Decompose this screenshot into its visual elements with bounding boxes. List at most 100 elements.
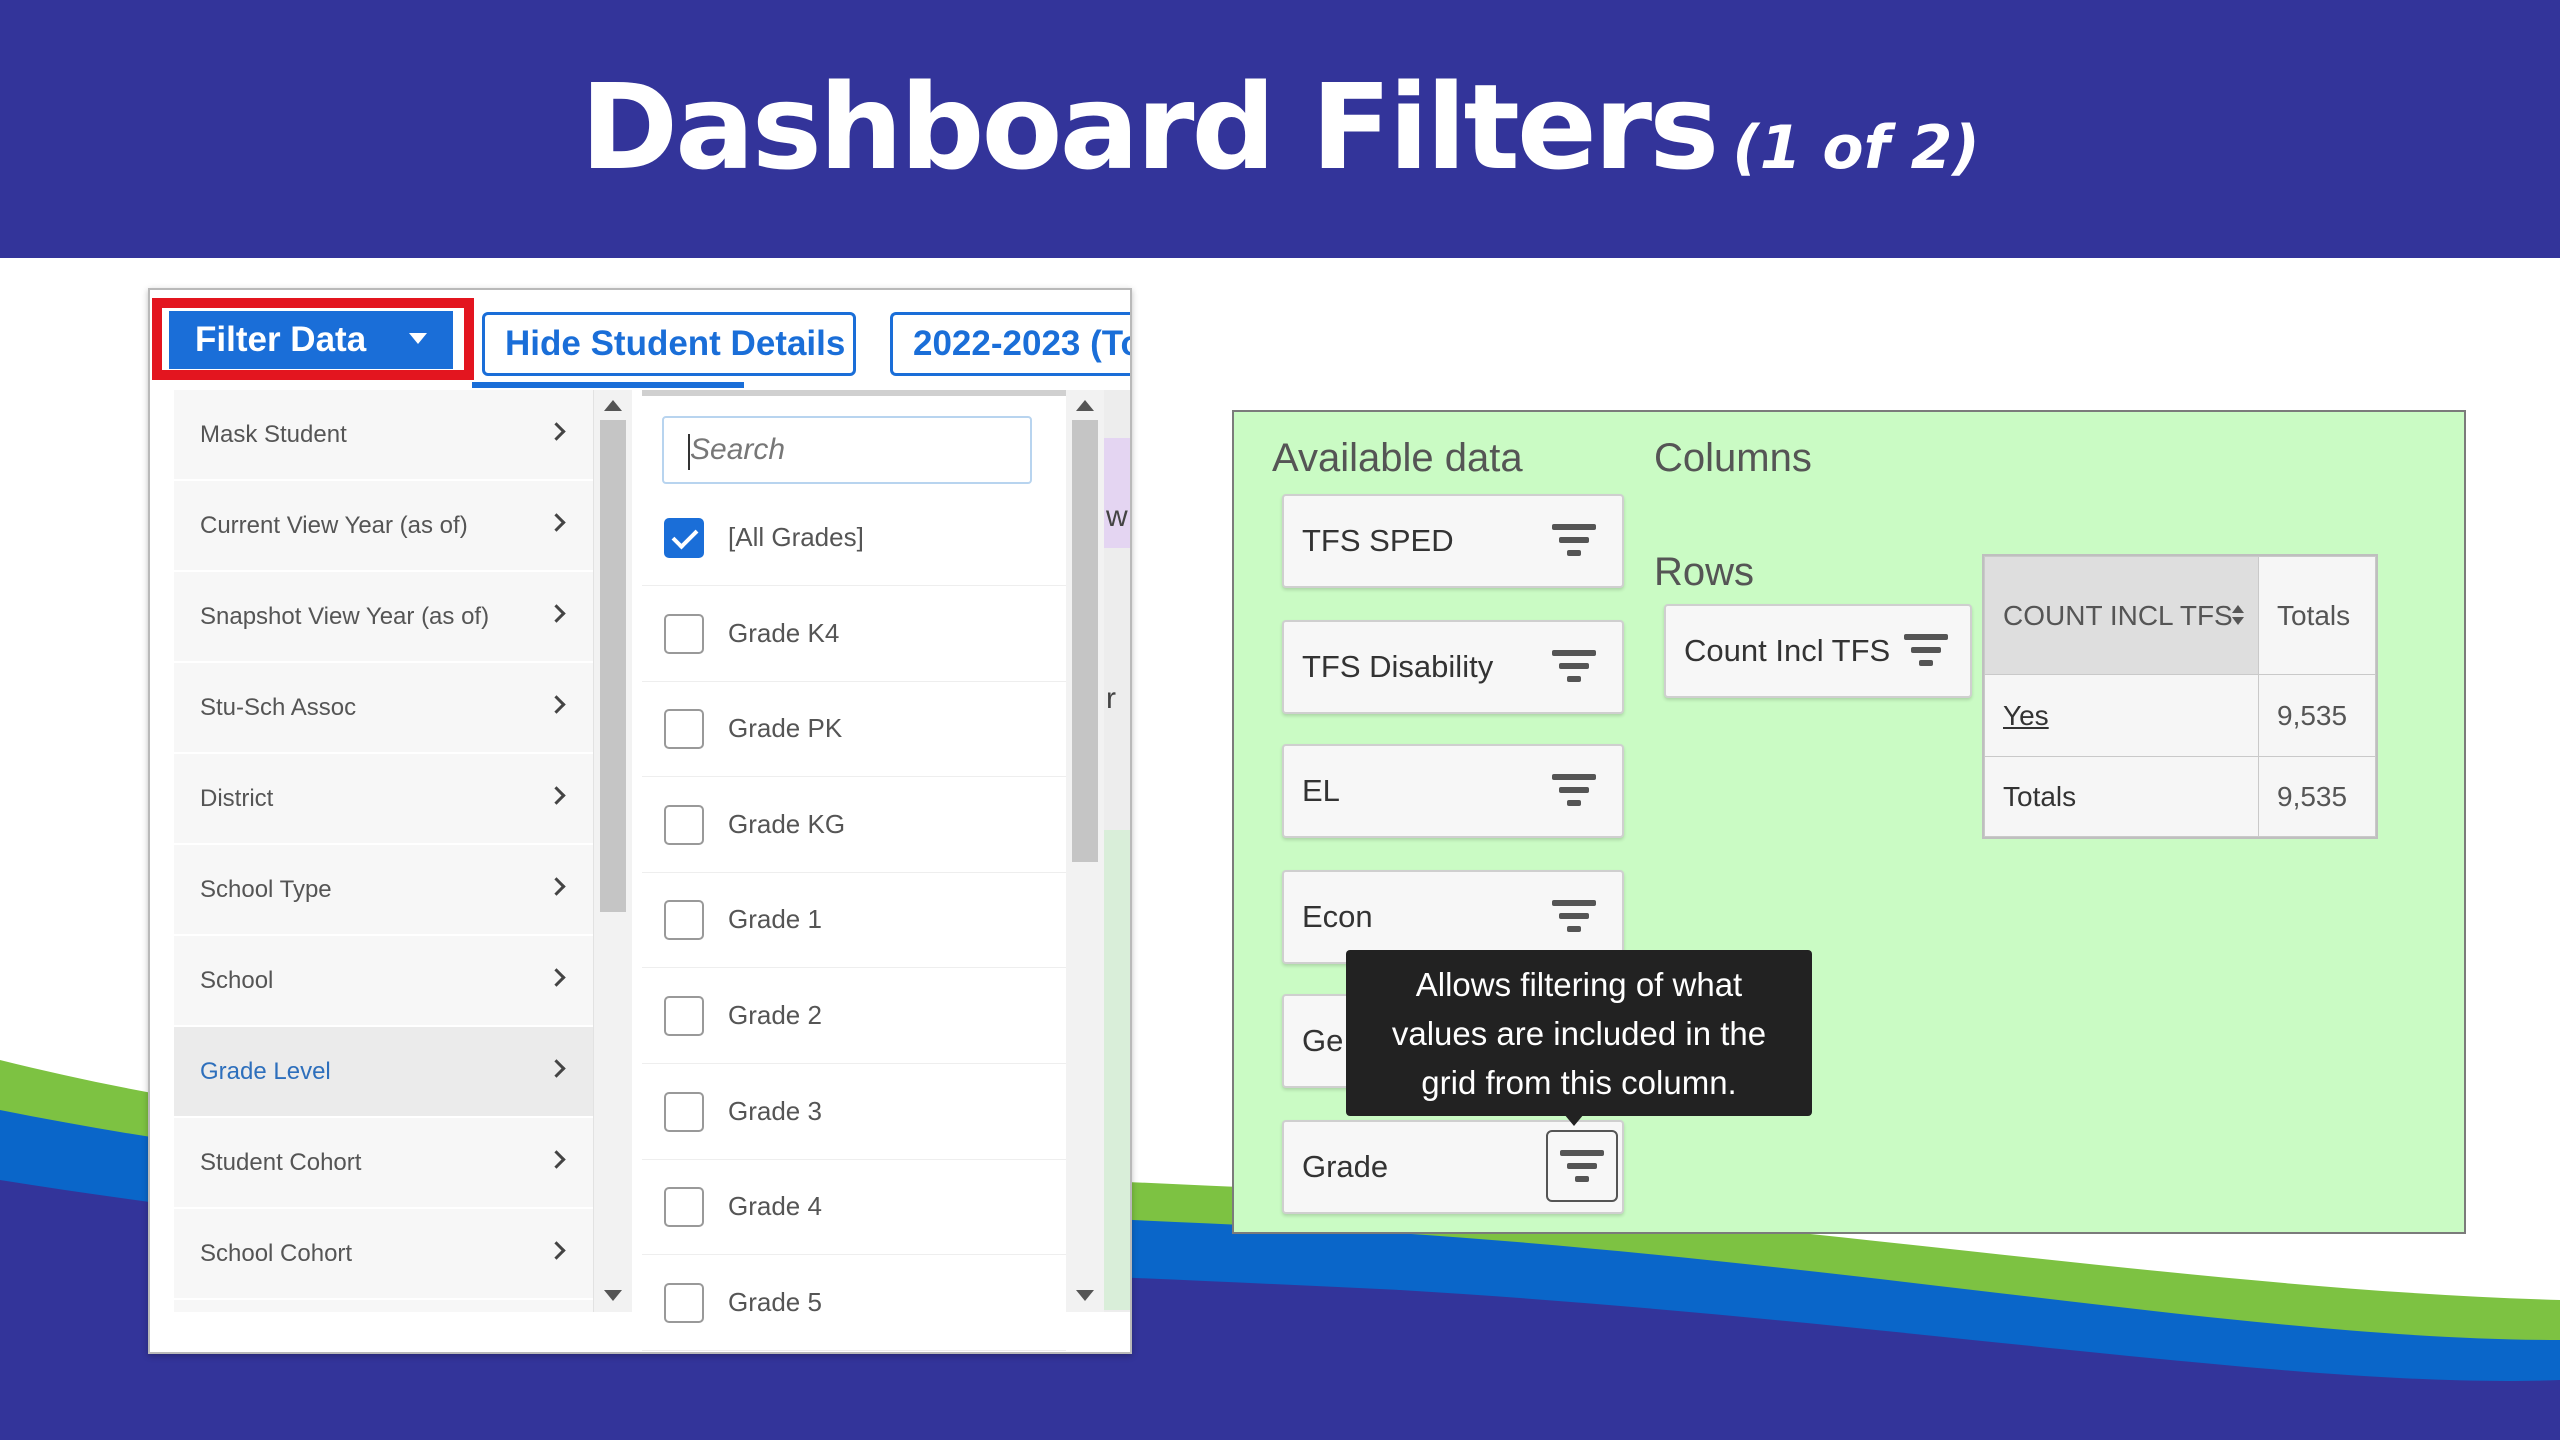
field-chip-label: Grade	[1302, 1149, 1389, 1184]
filter-icon[interactable]	[1552, 524, 1596, 558]
grade-option[interactable]: Grade 2	[642, 968, 1066, 1064]
menu-item-current-view-year[interactable]: Current View Year (as of)	[174, 481, 593, 572]
scrollbar-thumb[interactable]	[1072, 420, 1098, 862]
field-chip-label: Count Incl TFS	[1684, 633, 1891, 668]
menu-item-label: School	[200, 966, 274, 994]
grade-option-label: Grade 4	[728, 1191, 822, 1222]
filter-data-panel: Filter Data Hide Student Details 2022-20…	[148, 288, 1132, 1354]
checkbox[interactable]	[664, 900, 704, 941]
grade-option-label: Grade K4	[728, 617, 840, 648]
scrollbar-thumb[interactable]	[600, 420, 626, 912]
pivot-header-count[interactable]: COUNT INCL TFS	[1984, 556, 2259, 675]
tooltip-arrow	[1564, 1114, 1584, 1126]
chevron-right-icon	[547, 1241, 566, 1260]
field-chip-label: TFS SPED	[1302, 523, 1454, 558]
tooltip-line: grid from this column.	[1421, 1064, 1737, 1101]
menu-item-label: School Type	[200, 875, 332, 903]
checkbox-checked[interactable]	[664, 518, 704, 558]
filter-data-button[interactable]: Filter Data	[169, 311, 453, 369]
scroll-down-icon[interactable]	[604, 1290, 622, 1301]
field-chip-el[interactable]: EL	[1282, 744, 1624, 838]
row-field-chip-count-incl-tfs[interactable]: Count Incl TFS	[1664, 604, 1972, 698]
filter-icon[interactable]	[1552, 650, 1596, 684]
filter-icon-button[interactable]	[1546, 1130, 1618, 1202]
grade-option[interactable]: Grade 4	[642, 1159, 1066, 1256]
menu-item-stu-sch-assoc[interactable]: Stu-Sch Assoc	[174, 663, 593, 754]
grade-option[interactable]: Grade 1	[642, 872, 1066, 969]
filter-icon[interactable]	[1904, 634, 1948, 668]
menu-item-student-cohort[interactable]: Student Cohort	[174, 1118, 593, 1209]
grade-option[interactable]: Grade KG	[642, 777, 1066, 873]
checkbox[interactable]	[664, 1187, 704, 1228]
filter-tooltip: Allows filtering of what values are incl…	[1346, 950, 1812, 1116]
menu-item-school[interactable]: School	[174, 936, 593, 1027]
grade-option-label: Grade PK	[728, 713, 843, 744]
tab-underline	[472, 382, 744, 388]
menu-item-label: Grade Level	[200, 1057, 331, 1085]
pivot-cell-value: 9,535	[2258, 756, 2376, 837]
field-chip-grade[interactable]: Grade	[1282, 1120, 1624, 1214]
menu-item-snapshot-view-year[interactable]: Snapshot View Year (as of)	[174, 572, 593, 663]
filter-icon[interactable]	[1552, 900, 1596, 934]
grade-option[interactable]: Grade K4	[642, 586, 1066, 682]
chevron-right-icon	[547, 786, 566, 805]
scroll-up-icon[interactable]	[604, 400, 622, 411]
checkbox[interactable]	[664, 1091, 704, 1132]
grade-option[interactable]: Grade PK	[642, 681, 1066, 778]
menu-scrollbar[interactable]	[594, 390, 632, 1312]
menu-item-school-type[interactable]: School Type	[174, 845, 593, 936]
filter-icon[interactable]	[1552, 774, 1596, 808]
chevron-right-icon	[547, 513, 566, 532]
grade-option-label: Grade 1	[728, 904, 822, 935]
scroll-down-icon[interactable]	[1076, 1290, 1094, 1301]
chevron-right-icon	[547, 695, 566, 714]
menu-item-label: School Cohort	[200, 1239, 353, 1267]
pivot-header-count-label: COUNT INCL TFS	[2003, 599, 2233, 631]
chevron-right-icon	[547, 1150, 566, 1169]
field-chip-tfs-disability[interactable]: TFS Disability	[1282, 620, 1624, 714]
filter-menu: Mask Student Current View Year (as of) S…	[174, 390, 594, 1312]
grade-option[interactable]: Grade 3	[642, 1064, 1066, 1160]
menu-item-label: Stu-Sch Assoc	[200, 693, 357, 721]
checkbox[interactable]	[664, 1282, 704, 1323]
columns-label: Columns	[1654, 436, 1812, 480]
grade-option-label: Grade KG	[728, 808, 846, 839]
search-placeholder: Search	[690, 433, 786, 466]
pivot-table: COUNT INCL TFS Totals Yes 9,535 Totals 9…	[1982, 554, 2378, 839]
menu-item-label: Snapshot View Year (as of)	[200, 602, 490, 630]
menu-item-mask-student[interactable]: Mask Student	[174, 390, 593, 481]
menu-item-grade-level[interactable]: Grade Level	[174, 1027, 593, 1118]
checkbox[interactable]	[664, 709, 704, 750]
field-chip-tfs-sped[interactable]: TFS SPED	[1282, 494, 1624, 588]
school-year-button[interactable]: 2022-2023 (To	[890, 312, 1130, 376]
scroll-up-icon[interactable]	[1076, 400, 1094, 411]
chevron-right-icon	[547, 968, 566, 987]
menu-item-label: Mask Student	[200, 420, 347, 448]
tooltip-line: values are included in the	[1391, 1015, 1767, 1052]
text-cursor	[688, 434, 690, 470]
menu-item-label: Student Cohort	[200, 1148, 362, 1176]
hide-student-details-button[interactable]: Hide Student Details	[482, 312, 856, 376]
menu-item-school-cohort[interactable]: School Cohort	[174, 1209, 593, 1300]
background-content-peek-green	[1104, 830, 1130, 1310]
sort-icon[interactable]	[2232, 605, 2244, 629]
grade-option-label: Grade 3	[728, 1095, 822, 1126]
checkbox[interactable]	[664, 613, 704, 654]
options-scrollbar[interactable]	[1066, 390, 1104, 1312]
search-input[interactable]: Search	[662, 416, 1032, 484]
pivot-header-totals: Totals	[2258, 556, 2376, 675]
grade-option[interactable]: [All Grades]	[642, 490, 1066, 586]
rows-label: Rows	[1654, 550, 1755, 594]
pivot-row-label[interactable]: Yes	[1984, 674, 2259, 757]
menu-item-district[interactable]: District	[174, 754, 593, 845]
checkbox[interactable]	[664, 996, 704, 1036]
field-chip-label: TFS Disability	[1302, 649, 1494, 684]
tooltip-line: Allows filtering of what	[1415, 966, 1743, 1003]
peek-text: r	[1106, 682, 1116, 715]
grade-option[interactable]: Grade 5	[642, 1255, 1066, 1351]
grade-option-label: Grade 2	[728, 1000, 822, 1030]
field-chip-label: Ge	[1302, 1023, 1344, 1058]
grade-option-label: Grade 5	[728, 1286, 822, 1317]
checkbox[interactable]	[664, 804, 704, 845]
field-chip-label: Econ	[1302, 899, 1373, 934]
